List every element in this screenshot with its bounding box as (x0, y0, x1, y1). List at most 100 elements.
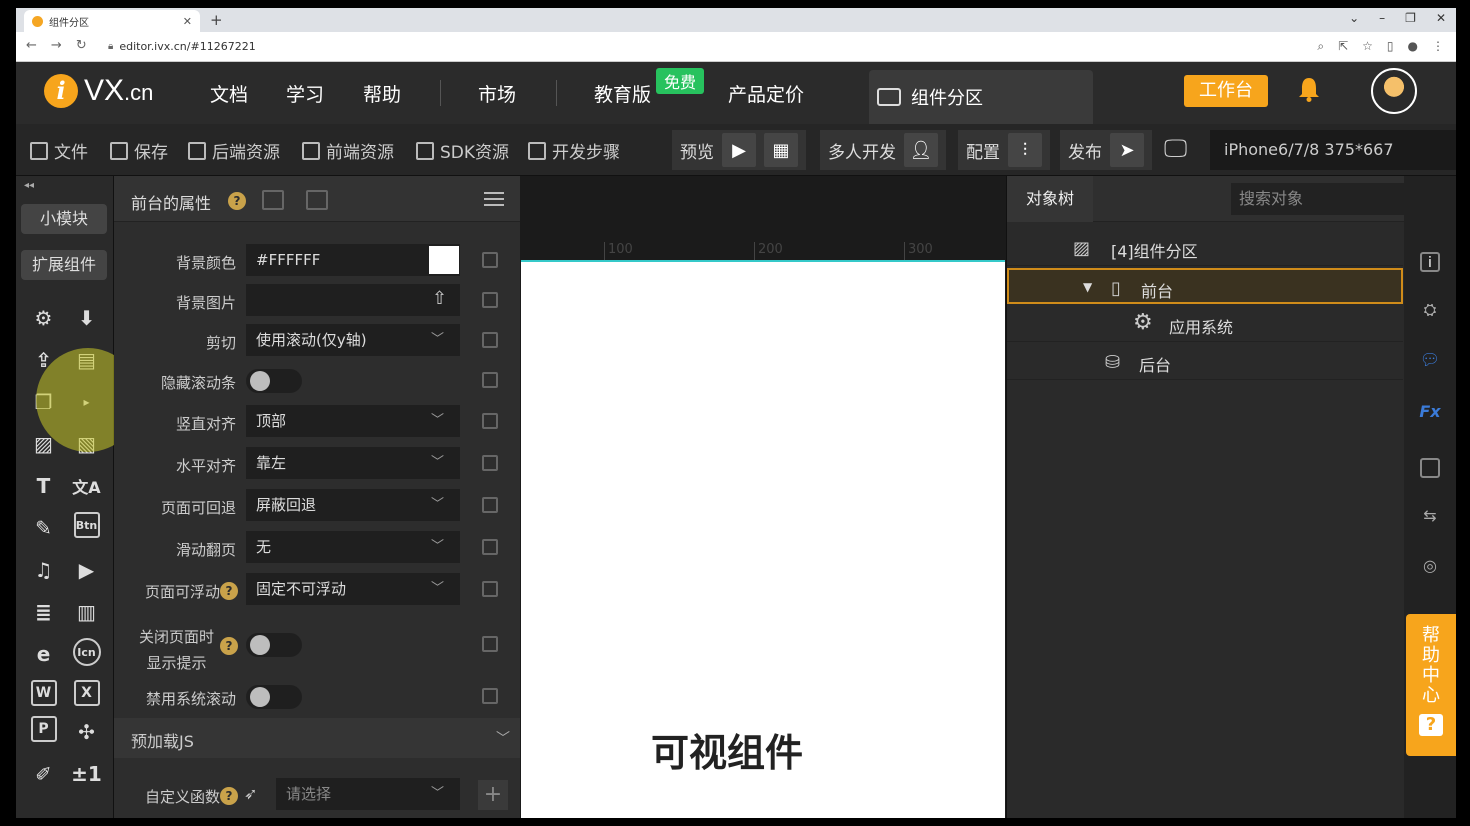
avatar[interactable] (1371, 68, 1417, 114)
hide-scrollbar-toggle[interactable] (246, 369, 302, 393)
browser-tab[interactable]: 组件分区 ✕ (24, 10, 200, 32)
btn-icon[interactable]: Btn (73, 512, 100, 538)
info-icon[interactable]: i (1420, 252, 1440, 272)
copy-icon[interactable] (482, 539, 498, 555)
forward-icon[interactable]: → (51, 38, 62, 53)
publish-group[interactable]: 发布 ➤ (1060, 130, 1152, 170)
tab-object-tree[interactable]: 对象树 (1007, 176, 1093, 222)
upload-icon[interactable]: ⇧ (432, 288, 447, 309)
tree-node-backend[interactable]: ⛁ 后台 (1007, 344, 1403, 380)
help-icon[interactable]: ? (220, 637, 238, 655)
nav-pricing[interactable]: 产品定价 (728, 80, 804, 107)
chat-icon[interactable]: 💬︎ (1418, 350, 1442, 374)
close-window-icon[interactable]: ✕ (1436, 11, 1446, 25)
horizontal-align-select[interactable]: 靠左 ﹀ (246, 447, 460, 479)
tab-search-icon[interactable]: ⌄ (1349, 11, 1359, 25)
help-icon[interactable]: ? (220, 787, 238, 805)
close-tab-icon[interactable]: ✕ (183, 15, 192, 28)
text-icon[interactable]: T (28, 470, 60, 502)
star-icon[interactable]: ☆ (1362, 39, 1373, 54)
tree-node-frontend[interactable]: ▼ ▯ 前台 (1007, 268, 1403, 304)
workbench-button[interactable]: 工作台 (1184, 75, 1268, 107)
new-tab-button[interactable]: + (210, 11, 223, 29)
reload-icon[interactable]: ↻ (76, 38, 87, 53)
device-select[interactable]: iPhone6/7/8 375*667 (1210, 130, 1456, 170)
settings-doc-icon[interactable]: ⛭ (1418, 300, 1442, 324)
search-object-input[interactable]: 搜索对象 (1231, 183, 1417, 215)
pointer-icon[interactable]: ➶ (244, 784, 257, 803)
preload-js-section[interactable]: 预加载JS ﹀ (114, 718, 520, 758)
image-frame-icon[interactable]: ▧ (71, 428, 103, 460)
page-float-select[interactable]: 固定不可浮动 ﹀ (246, 573, 460, 605)
ppt-icon[interactable]: P (30, 716, 57, 742)
monitor-icon[interactable]: 🖵︎ (1164, 134, 1187, 162)
extend-components-button[interactable]: 扩展组件 (21, 250, 107, 280)
disable-scroll-toggle[interactable] (246, 685, 302, 709)
profile-icon[interactable]: ● (1408, 39, 1418, 54)
copy-icon[interactable] (482, 636, 498, 652)
copy-icon[interactable] (482, 455, 498, 471)
vertical-align-select[interactable]: 顶部 ﹀ (246, 405, 460, 437)
tab-component-partition[interactable]: 组件分区 (869, 70, 1093, 124)
canvas-page[interactable]: 可视组件 (521, 260, 1005, 818)
copy-icon[interactable] (482, 688, 498, 704)
save-button[interactable]: 保存 (110, 138, 168, 163)
help-icon[interactable]: ? (220, 582, 238, 600)
caret-down-icon[interactable]: ▼ (1083, 280, 1092, 294)
share-icon[interactable]: ⇱ (1338, 39, 1348, 54)
sdk-resources-button[interactable]: SDK资源 (416, 138, 509, 163)
help-icon[interactable]: ? (228, 192, 246, 210)
copy-icon[interactable] (482, 497, 498, 513)
color-swatch[interactable] (429, 246, 459, 274)
small-module-button[interactable]: 小模块 (21, 204, 107, 234)
tree-node-app-system[interactable]: ⚙ 应用系统 (1007, 306, 1403, 342)
excel-icon[interactable]: X (73, 680, 100, 706)
ivx-logo[interactable]: i VX.cn (44, 74, 153, 108)
dev-steps-button[interactable]: 开发步骤 (528, 138, 620, 163)
target-icon[interactable]: ◎ (1418, 556, 1442, 580)
icon-font-icon[interactable]: Icn (72, 638, 101, 666)
brush-icon[interactable]: ✐ (28, 758, 60, 790)
page-back-select[interactable]: 屏蔽回退 ﹀ (246, 489, 460, 521)
plus-minus-icon[interactable]: ±1 (71, 758, 103, 790)
multi-dev-group[interactable]: 多人开发 👤︎ (820, 130, 946, 170)
nav-education[interactable]: 教育版 (594, 80, 651, 107)
layers-icon[interactable] (1420, 458, 1440, 478)
video-icon[interactable]: ▶ (71, 554, 103, 586)
tree-node-root[interactable]: ▨ [4]组件分区 (1007, 230, 1403, 266)
copy-icon[interactable] (482, 292, 498, 308)
copy-icon[interactable] (482, 372, 498, 388)
layout-icon[interactable]: ▤ (71, 344, 103, 376)
list-icon[interactable]: ≣ (28, 596, 60, 628)
menu-icon[interactable] (484, 192, 504, 206)
copy-icon[interactable] (482, 581, 498, 597)
play-icon[interactable]: ▶ (722, 133, 756, 167)
minimize-icon[interactable]: – (1379, 11, 1385, 25)
function-icon[interactable]: Fx (1418, 402, 1442, 426)
download-icon[interactable]: ⬇ (71, 302, 103, 334)
gear-icon[interactable]: ⚙ (28, 302, 60, 334)
qrcode-icon[interactable]: ▦ (764, 133, 798, 167)
file-button[interactable]: 文件 (30, 138, 88, 163)
copy-icon[interactable] (482, 332, 498, 348)
backend-resources-button[interactable]: 后端资源 (188, 138, 280, 163)
nav-help[interactable]: 帮助 (363, 80, 401, 107)
close-prompt-toggle[interactable] (246, 633, 302, 657)
sidepanel-icon[interactable]: ▯ (1387, 39, 1394, 54)
copy-icon[interactable] (482, 413, 498, 429)
edit-icon[interactable]: ✎ (28, 512, 60, 544)
edit-icon[interactable] (262, 190, 284, 210)
collapse-icon[interactable]: ◂◂ (24, 180, 34, 191)
config-group[interactable]: 配置 ⫶ (958, 130, 1050, 170)
zoom-icon[interactable]: ⌕ (1317, 39, 1324, 54)
more-icon[interactable]: ⋮ (1432, 39, 1444, 54)
upload-file-icon[interactable]: ⇪ (28, 344, 60, 376)
clip-select[interactable]: 使用滚动(仅y轴) ﹀ (246, 324, 460, 356)
bell-icon[interactable] (1298, 76, 1320, 102)
note-icon[interactable] (306, 190, 328, 210)
translate-icon[interactable]: 文A (71, 470, 103, 502)
ie-icon[interactable]: e (28, 638, 60, 670)
transfer-icon[interactable]: ⇆ (1418, 506, 1442, 530)
nav-learn[interactable]: 学习 (286, 80, 324, 107)
custom-function-select[interactable]: 请选择 ﹀ (276, 778, 460, 810)
